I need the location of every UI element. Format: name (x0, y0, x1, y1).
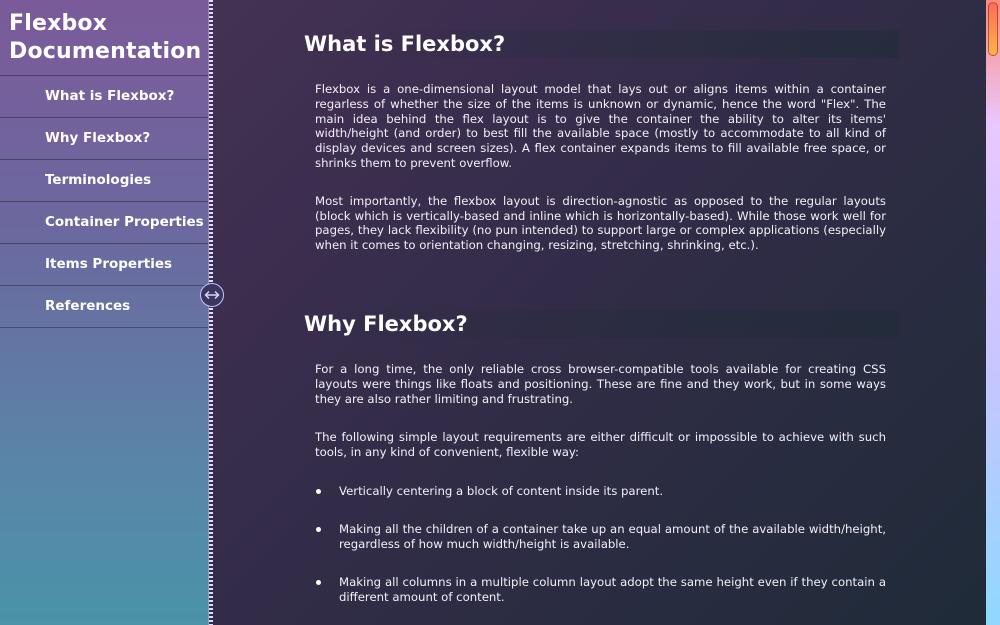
scrollbar-thumb[interactable] (988, 2, 998, 56)
bullet-list: Vertically centering a block of content … (315, 484, 886, 605)
paragraph: For a long time, the only reliable cross… (315, 362, 886, 406)
section-heading: What is Flexbox? (303, 30, 899, 58)
paragraph: Flexbox is a one-dimensional layout mode… (315, 82, 886, 170)
sidebar-item-container-properties[interactable]: Container Properties (0, 202, 208, 244)
section-what-is-flexbox: What is Flexbox? Flexbox is a one-dimens… (303, 30, 899, 253)
list-item: Making all columns in a multiple column … (315, 575, 886, 605)
sidebar-item-why-flexbox[interactable]: Why Flexbox? (0, 118, 208, 160)
paragraph: Most importantly, the flexbox layout is … (315, 193, 886, 253)
sidebar: Flexbox Documentation What is Flexbox? W… (0, 0, 209, 625)
sidebar-nav: What is Flexbox? Why Flexbox? Terminolog… (0, 76, 208, 328)
paragraph: The following simple layout requirements… (315, 430, 886, 460)
sidebar-item-terminologies[interactable]: Terminologies (0, 160, 208, 202)
sidebar-item-references[interactable]: References (0, 286, 208, 328)
vertical-scrollbar[interactable] (986, 0, 1000, 625)
main-content: What is Flexbox? Flexbox is a one-dimens… (213, 0, 983, 625)
sidebar-title: Flexbox Documentation (0, 0, 208, 76)
sidebar-item-what-is-flexbox[interactable]: What is Flexbox? (0, 76, 208, 118)
section-heading: Why Flexbox? (303, 310, 899, 338)
list-item: Vertically centering a block of content … (315, 484, 886, 499)
list-item: Making all the children of a container t… (315, 522, 886, 552)
sidebar-item-items-properties[interactable]: Items Properties (0, 244, 208, 286)
section-why-flexbox: Why Flexbox? For a long time, the only r… (303, 310, 899, 605)
